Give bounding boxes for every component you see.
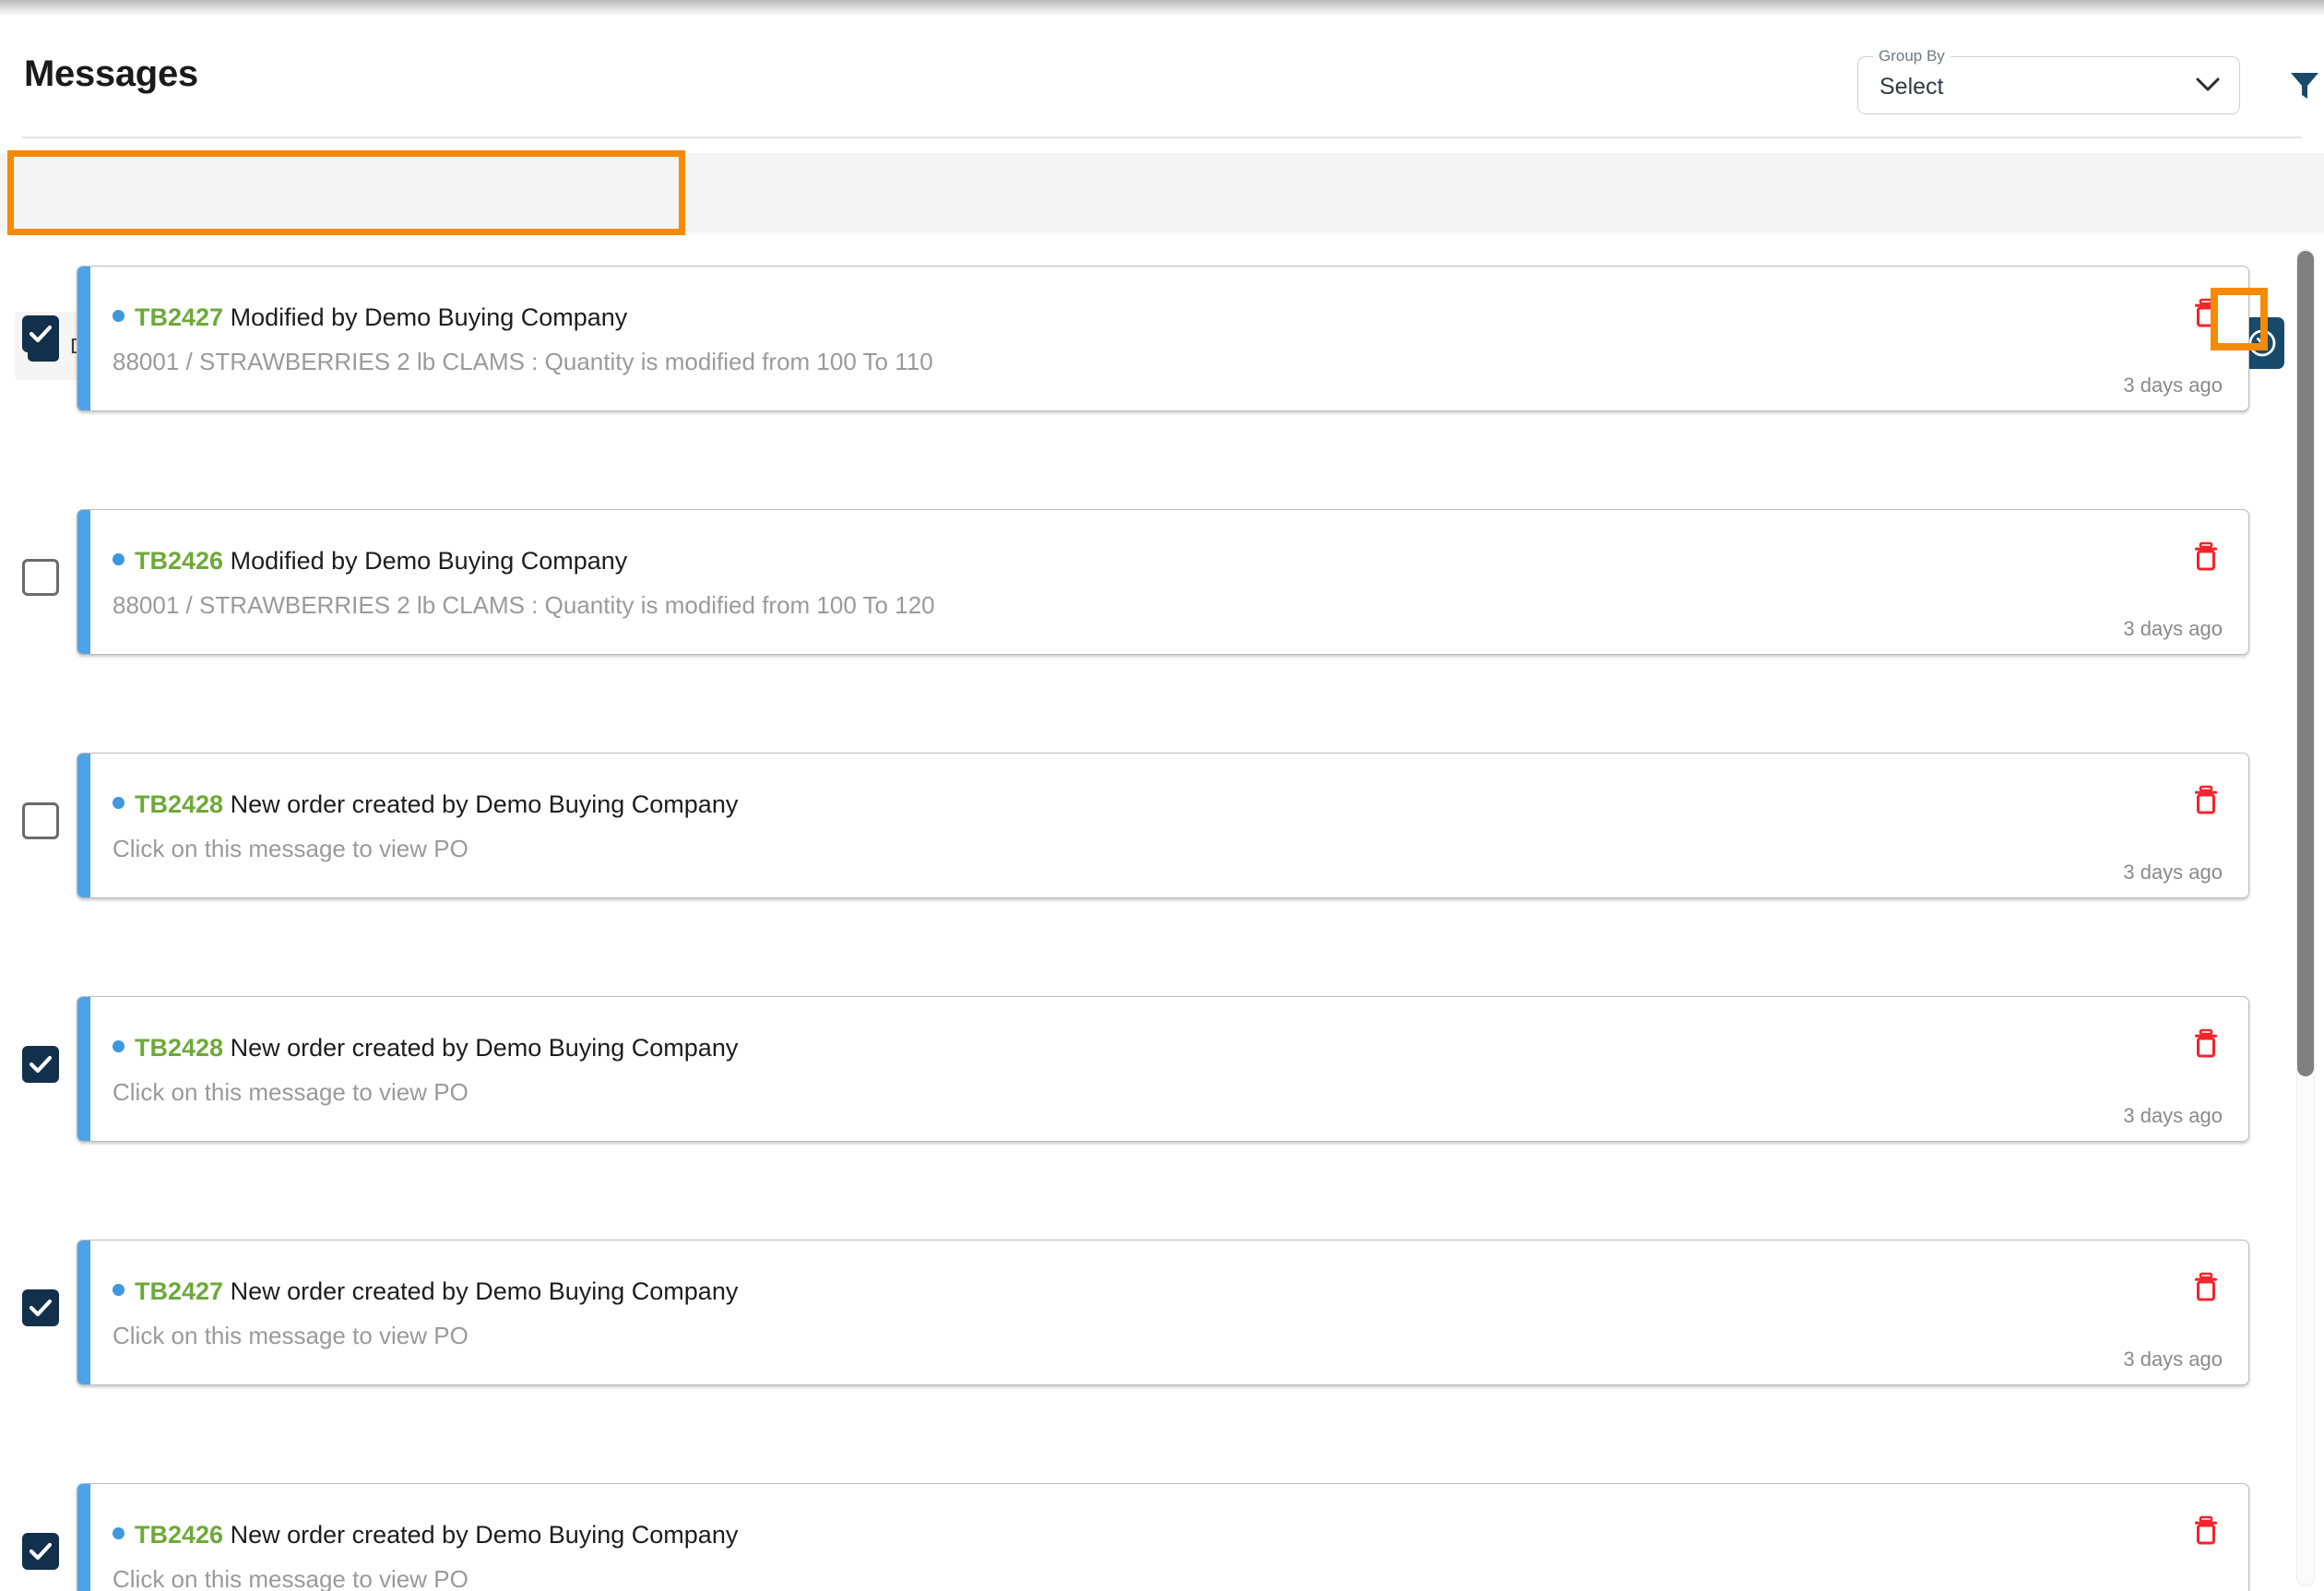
trash-icon[interactable] [2193, 785, 2219, 814]
message-select-checkbox[interactable] [22, 1289, 59, 1326]
message-accent-bar [77, 997, 90, 1141]
message-order-id: TB2428 [135, 790, 224, 818]
message-subtitle: 88001 / STRAWBERRIES 2 lb CLAMS : Quanti… [113, 348, 933, 375]
unread-dot-icon [113, 1527, 125, 1540]
checkbox-checked-icon [22, 1533, 59, 1570]
message-title: TB2427 New order created by Demo Buying … [113, 1277, 738, 1306]
message-accent-bar [77, 1241, 90, 1384]
message-subtitle: Click on this message to view PO [113, 1322, 468, 1349]
checkbox-checked-icon [22, 1289, 59, 1326]
message-select-checkbox[interactable] [22, 315, 59, 352]
message-card[interactable]: TB2426 New order created by Demo Buying … [77, 1483, 2249, 1591]
unread-dot-icon [113, 1284, 125, 1297]
message-row[interactable]: TB2426 Modified by Demo Buying Company 88… [0, 509, 2278, 657]
message-row[interactable]: TB2428 New order created by Demo Buying … [0, 996, 2278, 1144]
unread-dot-icon [113, 310, 125, 323]
message-timestamp: 3 days ago [2123, 1348, 2223, 1371]
checkbox-checked-icon [22, 1046, 59, 1083]
message-title-text: Modified by Demo Buying Company [230, 547, 628, 575]
message-order-id: TB2426 [135, 547, 224, 575]
unread-dot-icon [113, 553, 125, 566]
group-by-select[interactable]: Group By Select [1857, 47, 2240, 114]
message-select-checkbox[interactable] [22, 1533, 59, 1570]
checkbox-checked-icon [22, 315, 59, 352]
message-title: TB2428 New order created by Demo Buying … [113, 1034, 738, 1063]
message-card[interactable]: TB2428 New order created by Demo Buying … [77, 753, 2249, 898]
message-card[interactable]: TB2428 New order created by Demo Buying … [77, 996, 2249, 1142]
unread-dot-icon [113, 1040, 125, 1053]
funnel-filter-icon[interactable] [2287, 68, 2322, 103]
message-title: TB2426 Modified by Demo Buying Company [113, 547, 627, 576]
chevron-down-icon[interactable] [2196, 77, 2220, 93]
message-subtitle: Click on this message to view PO [113, 1565, 468, 1591]
message-order-id: TB2426 [135, 1521, 224, 1549]
checkbox-unchecked-icon [22, 802, 59, 839]
group-by-label: Group By [1873, 47, 1951, 65]
message-title-text: New order created by Demo Buying Company [230, 1034, 739, 1062]
message-select-checkbox[interactable] [22, 1046, 59, 1083]
message-accent-bar [77, 510, 90, 654]
message-row[interactable]: TB2427 Modified by Demo Buying Company 88… [0, 266, 2278, 413]
message-title-text: New order created by Demo Buying Company [230, 790, 739, 818]
message-subtitle: 88001 / STRAWBERRIES 2 lb CLAMS : Quanti… [113, 591, 935, 619]
messages-scrollbar-thumb[interactable] [2297, 251, 2314, 1076]
action-toolbar: Dismiss Selected Clear Selection Filter … [0, 153, 2324, 380]
page-top-shadow [0, 0, 2324, 17]
message-order-id: TB2428 [135, 1034, 224, 1062]
message-title-text: Modified by Demo Buying Company [230, 303, 628, 331]
header-divider [22, 137, 2302, 138]
message-card[interactable]: TB2426 Modified by Demo Buying Company 88… [77, 509, 2249, 655]
message-card[interactable]: TB2427 Modified by Demo Buying Company 88… [77, 266, 2249, 411]
message-title-text: New order created by Demo Buying Company [230, 1277, 739, 1305]
trash-icon[interactable] [2193, 1028, 2219, 1058]
message-title: TB2426 New order created by Demo Buying … [113, 1521, 738, 1549]
trash-icon[interactable] [2193, 298, 2219, 327]
message-subtitle: Click on this message to view PO [113, 1078, 468, 1106]
message-card[interactable]: TB2427 New order created by Demo Buying … [77, 1240, 2249, 1385]
message-timestamp: 3 days ago [2123, 861, 2223, 884]
unread-dot-icon [113, 797, 125, 810]
messages-list: TB2427 Modified by Demo Buying Company 88… [0, 245, 2324, 1591]
message-timestamp: 3 days ago [2123, 1104, 2223, 1127]
message-accent-bar [77, 754, 90, 897]
trash-icon[interactable] [2193, 1272, 2219, 1301]
message-select-checkbox[interactable] [22, 802, 59, 839]
checkbox-unchecked-icon [22, 559, 59, 596]
message-accent-bar [77, 267, 90, 410]
message-title-text: New order created by Demo Buying Company [230, 1521, 739, 1549]
message-title: TB2427 Modified by Demo Buying Company [113, 303, 627, 332]
message-order-id: TB2427 [135, 303, 224, 331]
page-title: Messages [24, 53, 198, 94]
message-subtitle: Click on this message to view PO [113, 835, 468, 862]
message-timestamp: 3 days ago [2123, 617, 2223, 640]
message-row[interactable]: TB2428 New order created by Demo Buying … [0, 753, 2278, 900]
message-accent-bar [77, 1484, 90, 1591]
message-row[interactable]: TB2426 New order created by Demo Buying … [0, 1483, 2278, 1591]
message-row[interactable]: TB2427 New order created by Demo Buying … [0, 1240, 2278, 1387]
trash-icon[interactable] [2193, 541, 2219, 571]
message-order-id: TB2427 [135, 1277, 224, 1305]
message-select-checkbox[interactable] [22, 559, 59, 596]
message-timestamp: 3 days ago [2123, 374, 2223, 397]
page-header: Messages Group By Select [0, 17, 2324, 138]
message-title: TB2428 New order created by Demo Buying … [113, 790, 738, 819]
group-by-value: Select [1879, 74, 1944, 100]
trash-icon[interactable] [2193, 1515, 2219, 1545]
